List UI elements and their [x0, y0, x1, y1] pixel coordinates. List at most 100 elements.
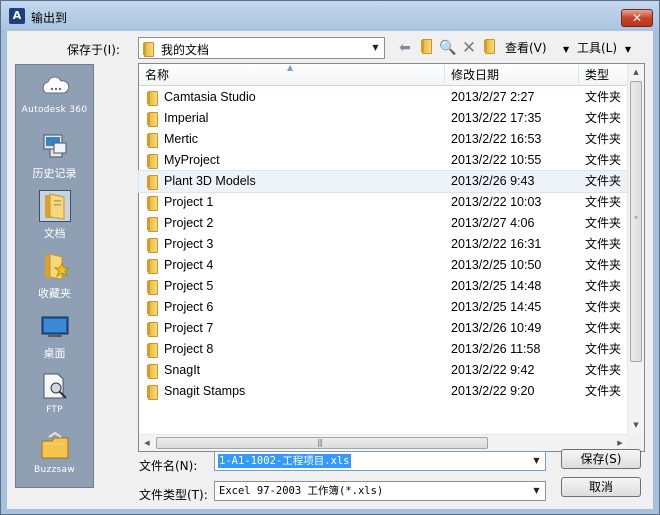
folder-icon	[143, 42, 155, 57]
sort-ascending-icon: ▲	[287, 63, 294, 72]
file-type-value: Excel 97-2003 工作簿(*.xls)	[219, 485, 384, 497]
folder-icon	[147, 196, 159, 211]
up-folder-icon[interactable]	[417, 38, 437, 58]
file-type-cell: 文件夹	[585, 111, 622, 125]
file-name-cell: Project 4	[164, 258, 214, 272]
save-in-value: 我的文档	[161, 43, 210, 57]
file-name-cell: Plant 3D Models	[164, 174, 256, 188]
tools-menu[interactable]: ▼ 工具(L) ▼	[563, 38, 647, 58]
folder-icon	[147, 175, 159, 190]
file-type-cell: 文件夹	[585, 195, 622, 209]
place-label: 历史记录	[32, 167, 77, 180]
views-label: 查看(V)	[505, 41, 547, 55]
modified-date-cell: 2013/2/27 2:27	[451, 90, 535, 104]
table-row[interactable]: Plant 3D Models 2013/2/26 9:43 文件夹	[138, 170, 629, 193]
modified-date-cell: 2013/2/27 4:06	[451, 216, 535, 230]
file-name-cell: Imperial	[164, 111, 209, 125]
back-arrow-icon[interactable]: ⬅	[395, 38, 415, 58]
table-row[interactable]: Project 3 2013/2/22 16:31 文件夹	[139, 234, 628, 255]
file-type-cell: 文件夹	[585, 174, 622, 188]
chevron-down-icon: ▼	[624, 45, 632, 54]
new-folder-icon[interactable]	[480, 38, 500, 58]
column-header-name-label: 名称	[145, 68, 170, 82]
save-button[interactable]: 保存(S)	[561, 449, 641, 469]
place-label: 收藏夹	[38, 287, 71, 300]
column-header-date[interactable]: 修改日期	[445, 64, 579, 86]
scroll-left-icon[interactable]: ◀	[139, 435, 155, 452]
delete-icon[interactable]: ✕	[459, 38, 479, 58]
chevron-down-icon[interactable]: ▼	[528, 452, 545, 470]
favorites-icon	[45, 253, 70, 280]
place-history[interactable]: 历史记录	[16, 129, 93, 189]
folder-icon	[147, 280, 159, 295]
column-header-type[interactable]: 类型	[579, 64, 628, 86]
modified-date-cell: 2013/2/22 16:53	[451, 132, 542, 146]
autocad-app-icon: A	[9, 8, 25, 24]
buzzsaw-icon	[41, 431, 69, 459]
cancel-button[interactable]: 取消	[561, 477, 641, 497]
vertical-scrollbar[interactable]: ▲ ≡ ▼	[627, 64, 644, 434]
table-row[interactable]: Project 4 2013/2/25 10:50 文件夹	[139, 255, 628, 276]
vertical-scroll-thumb[interactable]: ≡	[630, 81, 642, 362]
place-favorites[interactable]: 收藏夹	[16, 249, 93, 309]
place-label: 文档	[43, 227, 66, 240]
dialog-title: 输出到	[31, 11, 68, 25]
modified-date-cell: 2013/2/22 10:03	[451, 195, 542, 209]
table-row[interactable]: Snagit Stamps 2013/2/22 9:20 文件夹	[139, 381, 628, 402]
table-row[interactable]: Project 2 2013/2/27 4:06 文件夹	[139, 213, 628, 234]
file-name-cell: Mertic	[164, 132, 199, 146]
folder-icon	[147, 133, 159, 148]
title-bar[interactable]: A 输出到 ✕	[1, 1, 659, 31]
modified-date-cell: 2013/2/26 11:58	[451, 342, 541, 356]
table-row[interactable]: Project 5 2013/2/25 14:48 文件夹	[139, 276, 628, 297]
horizontal-scroll-thumb[interactable]: |||	[156, 437, 488, 449]
chevron-down-icon[interactable]: ▼	[367, 38, 384, 58]
search-web-icon[interactable]: 🔍	[438, 38, 458, 58]
modified-date-cell: 2013/2/26 9:43	[451, 174, 535, 188]
history-icon	[43, 134, 67, 158]
save-in-label: 保存于(I):	[67, 43, 120, 57]
table-row[interactable]: Project 8 2013/2/26 11:58 文件夹	[139, 339, 628, 360]
save-in-dropdown[interactable]: 我的文档 ▼	[138, 37, 385, 59]
file-name-cell: MyProject	[164, 153, 220, 167]
place-desktop[interactable]: 桌面	[16, 309, 93, 369]
place-documents[interactable]: 文档	[16, 189, 93, 249]
place-buzzsaw[interactable]: Buzzsaw	[16, 429, 93, 489]
table-row[interactable]: SnagIt 2013/2/22 9:42 文件夹	[139, 360, 628, 381]
place-label: 桌面	[43, 347, 66, 360]
file-type-cell: 文件夹	[585, 279, 622, 293]
cloud-icon	[42, 76, 70, 94]
modified-date-cell: 2013/2/25 14:45	[451, 300, 542, 314]
views-menu[interactable]: 查看(V) ▼	[505, 38, 555, 74]
file-list[interactable]: ▲ 名称 修改日期 类型 Camtasia Studio 2013/2/27 2:…	[138, 63, 645, 452]
file-name-label: 文件名(N):	[139, 459, 198, 473]
file-name-cell: Snagit Stamps	[164, 384, 246, 398]
file-name-cell: Project 6	[164, 300, 214, 314]
chevron-down-icon[interactable]: ▼	[528, 482, 545, 500]
place-label: Autodesk 360	[21, 105, 88, 115]
table-row[interactable]: Project 1 2013/2/22 10:03 文件夹	[139, 192, 628, 213]
file-type-dropdown[interactable]: Excel 97-2003 工作簿(*.xls) ▼	[214, 481, 546, 501]
column-header-name[interactable]: ▲ 名称	[139, 63, 445, 86]
scroll-down-icon[interactable]: ▼	[628, 417, 644, 434]
folder-icon	[147, 154, 159, 169]
table-row[interactable]: Project 6 2013/2/25 14:45 文件夹	[139, 297, 628, 318]
file-name-cell: Project 2	[164, 216, 214, 230]
modified-date-cell: 2013/2/22 9:20	[451, 384, 535, 398]
modified-date-cell: 2013/2/26 10:49	[451, 321, 542, 335]
folder-icon	[147, 364, 159, 379]
documents-icon	[39, 190, 71, 222]
scroll-up-icon[interactable]: ▲	[628, 64, 644, 81]
close-button[interactable]: ✕	[621, 9, 653, 27]
table-row[interactable]: MyProject 2013/2/22 10:55 文件夹	[139, 150, 628, 171]
table-row[interactable]: Imperial 2013/2/22 17:35 文件夹	[139, 108, 628, 129]
table-row[interactable]: Mertic 2013/2/22 16:53 文件夹	[139, 129, 628, 150]
place-autodesk-360[interactable]: Autodesk 360	[16, 69, 93, 129]
table-row[interactable]: Camtasia Studio 2013/2/27 2:27 文件夹	[139, 87, 628, 108]
file-name-cell: Project 1	[164, 195, 214, 209]
file-type-cell: 文件夹	[585, 237, 622, 251]
file-name-input[interactable]: 1-A1-1002-工程项目.xls ▼	[214, 451, 546, 471]
table-row[interactable]: Project 7 2013/2/26 10:49 文件夹	[139, 318, 628, 339]
horizontal-scrollbar[interactable]: ◀ ||| ▶	[139, 434, 628, 451]
place-ftp[interactable]: FTP	[16, 369, 93, 429]
